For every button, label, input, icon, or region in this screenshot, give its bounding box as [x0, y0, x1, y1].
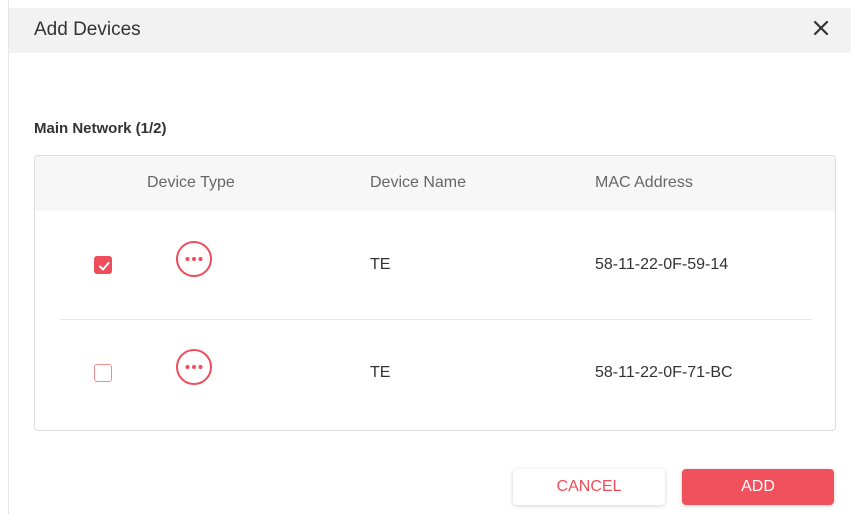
more-options-icon [176, 241, 212, 277]
row-checkbox-checked[interactable] [94, 256, 112, 274]
checkmark-icon [99, 262, 110, 271]
table-row: TE 58-11-22-0F-71-BC [35, 320, 835, 428]
mac-address: 58-11-22-0F-59-14 [595, 256, 729, 273]
page: Add Devices Main Network (1/2) Device Ty… [0, 0, 851, 514]
close-icon [813, 20, 829, 36]
table-header: Device Type Device Name MAC Address [35, 156, 835, 211]
device-name: TE [370, 256, 391, 273]
add-button[interactable]: ADD [682, 469, 834, 505]
dialog-header: Add Devices [9, 8, 851, 53]
column-header-mac-address: MAC Address [595, 174, 693, 191]
more-options-icon [176, 349, 212, 385]
row-checkbox-unchecked[interactable] [94, 364, 112, 382]
mac-address: 58-11-22-0F-71-BC [595, 364, 733, 381]
close-button[interactable] [808, 15, 834, 41]
cancel-button[interactable]: CANCEL [513, 469, 665, 505]
device-table: Device Type Device Name MAC Address TE 5… [34, 155, 836, 431]
add-devices-dialog: Add Devices Main Network (1/2) Device Ty… [8, 0, 851, 514]
column-header-device-type: Device Type [147, 174, 235, 191]
table-row: TE 58-11-22-0F-59-14 [35, 212, 835, 320]
section-title: Main Network (1/2) [34, 120, 167, 137]
dialog-title: Add Devices [34, 19, 141, 40]
device-name: TE [370, 364, 391, 381]
column-header-device-name: Device Name [370, 174, 467, 191]
